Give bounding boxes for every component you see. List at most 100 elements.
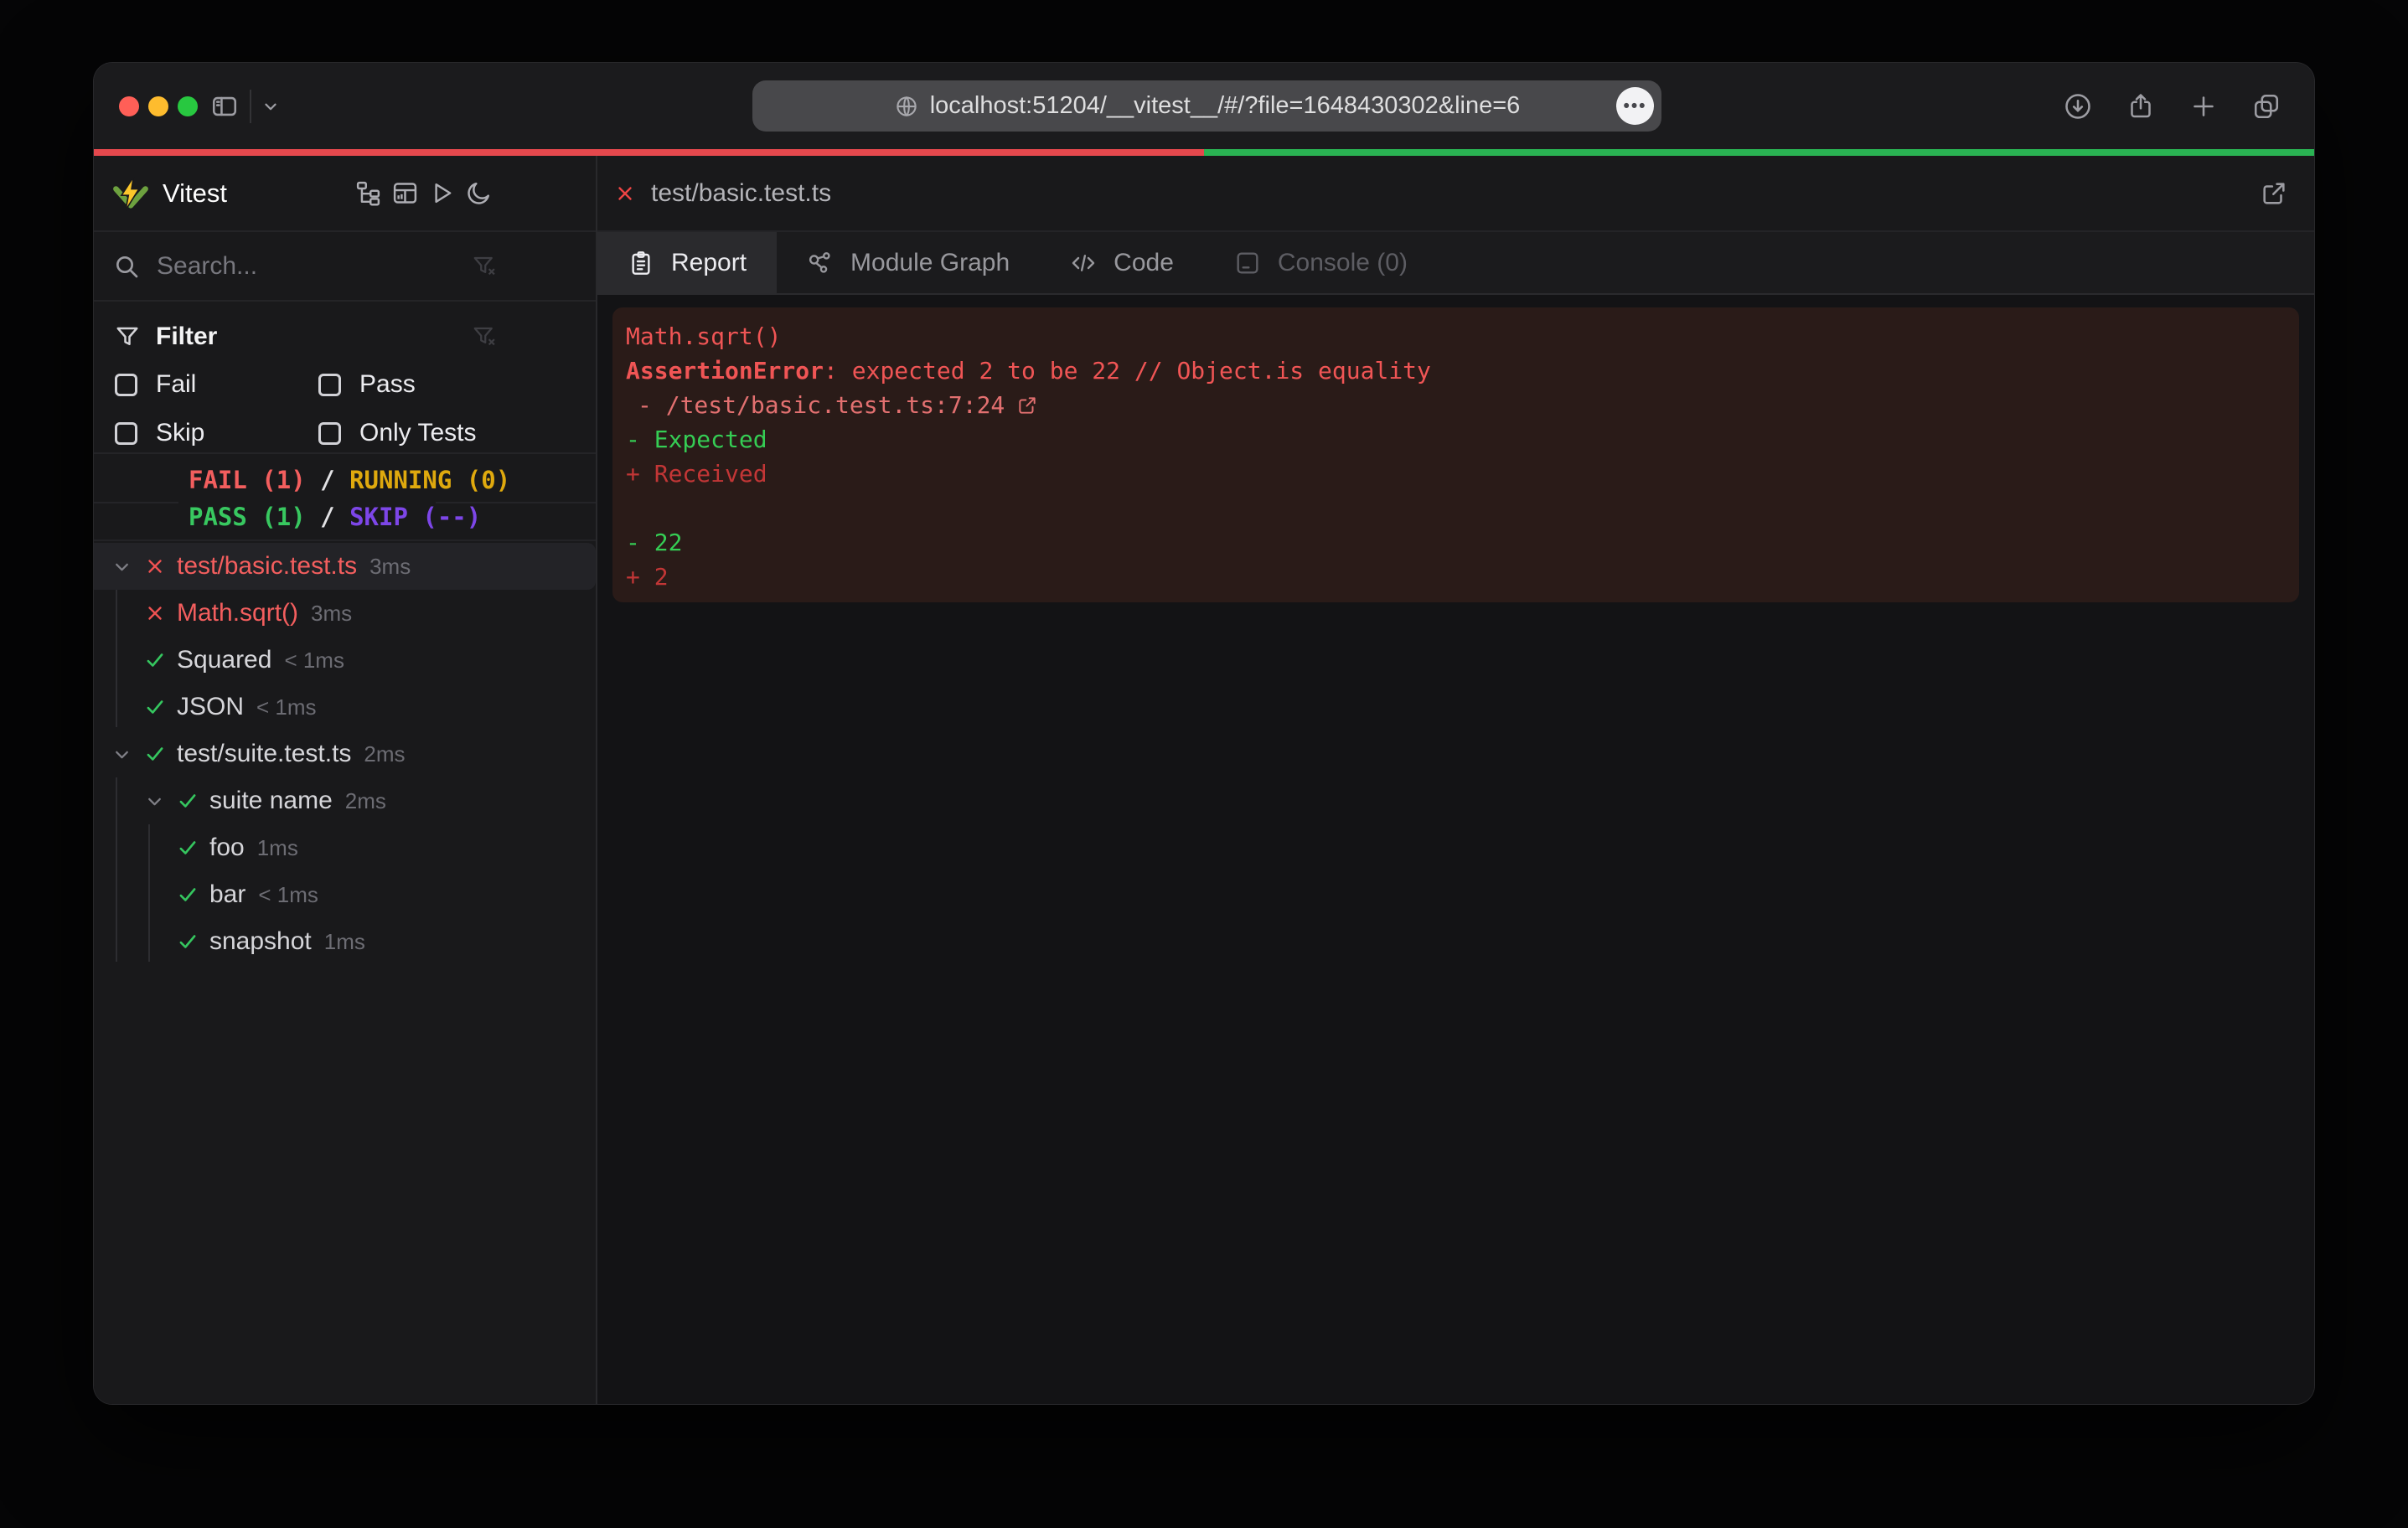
tab-label: Code	[1114, 249, 1174, 277]
filter-checkbox-fail[interactable]: Fail	[115, 370, 318, 399]
summary-fail-count: FAIL (1)	[189, 466, 306, 494]
main-panel: test/basic.test.ts Report Module Graph Cod…	[597, 156, 2314, 1404]
report-text: + 2	[626, 560, 669, 594]
indent-guide	[116, 777, 117, 962]
report-line: - 22	[626, 525, 2282, 560]
share-button[interactable]	[2122, 88, 2159, 125]
browser-window: localhost:51204/__vitest__/#/?file=16484…	[94, 63, 2314, 1404]
tree-row[interactable]: suite name 2ms	[94, 777, 596, 824]
report-view: Math.sqrt()AssertionError: expected 2 to…	[597, 295, 2314, 1404]
share-icon	[2126, 91, 2156, 121]
sidebar-toggle-icon	[210, 92, 239, 121]
globe-icon	[894, 94, 919, 119]
traffic-lights	[119, 63, 198, 149]
external-link-icon	[1016, 395, 1038, 416]
report-line: - Expected	[626, 422, 2282, 457]
report-text: : expected 2 to be 22 // Object.is equal…	[824, 354, 1431, 388]
tree-row[interactable]: Squared < 1ms	[94, 637, 596, 684]
chevron-down-icon[interactable]	[111, 556, 144, 577]
pass-check-icon	[144, 649, 177, 671]
sidebar-header: Vitest	[94, 156, 596, 232]
search-input[interactable]	[157, 252, 455, 281]
tab-report[interactable]: Report	[597, 232, 777, 293]
close-window-button[interactable]	[119, 96, 139, 116]
dark-mode-button[interactable]	[460, 175, 497, 212]
report-text: - 22	[626, 525, 682, 560]
tree-row[interactable]: test/suite.test.ts2ms	[94, 730, 596, 777]
run-all-button[interactable]	[423, 175, 460, 212]
checkbox-label: Only Tests	[359, 419, 477, 447]
page-options-button[interactable]: •••	[1616, 87, 1654, 125]
fail-x-icon	[144, 555, 177, 577]
test-duration: < 1ms	[284, 648, 344, 674]
tree-row[interactable]: Math.sqrt()3ms	[94, 590, 596, 637]
chevron-down-icon[interactable]	[111, 744, 144, 765]
new-tab-button[interactable]	[2185, 88, 2222, 125]
test-duration: 2ms	[345, 788, 386, 814]
pass-check-icon	[177, 837, 209, 859]
filter-clear-icon[interactable]	[472, 254, 497, 279]
downloads-button[interactable]	[2059, 88, 2096, 125]
tab-label: Console (0)	[1278, 249, 1408, 277]
blank-line	[626, 491, 2282, 525]
test-label: bar	[209, 880, 245, 909]
fail-x-icon	[144, 602, 177, 624]
summary-divider	[94, 502, 178, 503]
filter-clear-icon[interactable]	[472, 324, 497, 349]
checkbox-label: Fail	[156, 370, 196, 399]
test-label: snapshot	[209, 927, 312, 956]
tree-row[interactable]: snapshot1ms	[94, 918, 596, 965]
zoom-window-button[interactable]	[178, 96, 198, 116]
checkbox-unchecked	[115, 422, 137, 445]
report-line: AssertionError: expected 2 to be 22 // O…	[626, 354, 2282, 388]
toolbar-chevron-button[interactable]	[256, 63, 285, 149]
report-text: + Received	[626, 457, 767, 491]
sidebar-toggle-button[interactable]	[206, 63, 243, 149]
report-text: AssertionError	[626, 354, 824, 388]
summary-line-1: FAIL (1) / RUNNING (0)	[189, 462, 596, 498]
tree-row[interactable]: test/basic.test.ts3ms	[94, 543, 596, 590]
filter-checkbox-pass[interactable]: Pass	[318, 370, 497, 399]
address-bar[interactable]: localhost:51204/__vitest__/#/?file=16484…	[752, 80, 1661, 132]
tree-row[interactable]: bar< 1ms	[94, 871, 596, 918]
test-label: Squared	[177, 646, 271, 674]
summary-skip-count: SKIP (--)	[349, 503, 481, 531]
tree-view-icon	[354, 179, 382, 207]
stack-trace-link[interactable]: - /test/basic.test.ts:7:24	[626, 388, 2282, 422]
open-file-tab[interactable]: test/basic.test.ts	[597, 156, 2314, 232]
filter-checkbox-only-tests[interactable]: Only Tests	[318, 419, 497, 447]
summary-divider	[436, 502, 596, 503]
open-in-new-window-button[interactable]	[2257, 177, 2291, 210]
report-line: Math.sqrt()	[626, 319, 2282, 354]
tab-label: Report	[671, 249, 747, 277]
tab-console-0[interactable]: Console (0)	[1204, 232, 1438, 293]
pass-check-icon	[177, 790, 209, 812]
checkbox-unchecked	[115, 374, 137, 396]
vitest-logo-icon	[112, 175, 149, 212]
tree-row[interactable]: JSON< 1ms	[94, 684, 596, 730]
report-icon	[628, 250, 654, 276]
screenshot-background: localhost:51204/__vitest__/#/?file=16484…	[0, 0, 2408, 1528]
test-summary: FAIL (1) / RUNNING (0) PASS (1) / SKIP (…	[94, 454, 596, 541]
test-label: suite name	[209, 787, 333, 815]
minimize-window-button[interactable]	[148, 96, 168, 116]
tab-code[interactable]: Code	[1040, 232, 1204, 293]
summary-running-count: RUNNING (0)	[349, 466, 510, 494]
tree-view-button[interactable]	[349, 175, 386, 212]
filter-title-row: Filter	[115, 315, 497, 359]
chevron-down-icon[interactable]	[144, 791, 177, 812]
tabs-overview-icon	[2251, 91, 2281, 121]
report-line: + Received	[626, 457, 2282, 491]
tree-row[interactable]: foo1ms	[94, 824, 596, 871]
tab-module-graph[interactable]: Module Graph	[777, 232, 1040, 293]
checkbox-label: Pass	[359, 370, 416, 399]
filter-checkbox-skip[interactable]: Skip	[115, 419, 318, 447]
dashboard-button[interactable]	[386, 175, 423, 212]
chevron-down-icon	[261, 97, 280, 116]
open-file-name: test/basic.test.ts	[651, 179, 831, 208]
dashboard-icon	[391, 179, 419, 207]
tab-overview-button[interactable]	[2248, 88, 2285, 125]
fail-x-icon	[614, 183, 636, 204]
external-link-icon	[2260, 179, 2288, 208]
indent-guide	[148, 824, 150, 962]
